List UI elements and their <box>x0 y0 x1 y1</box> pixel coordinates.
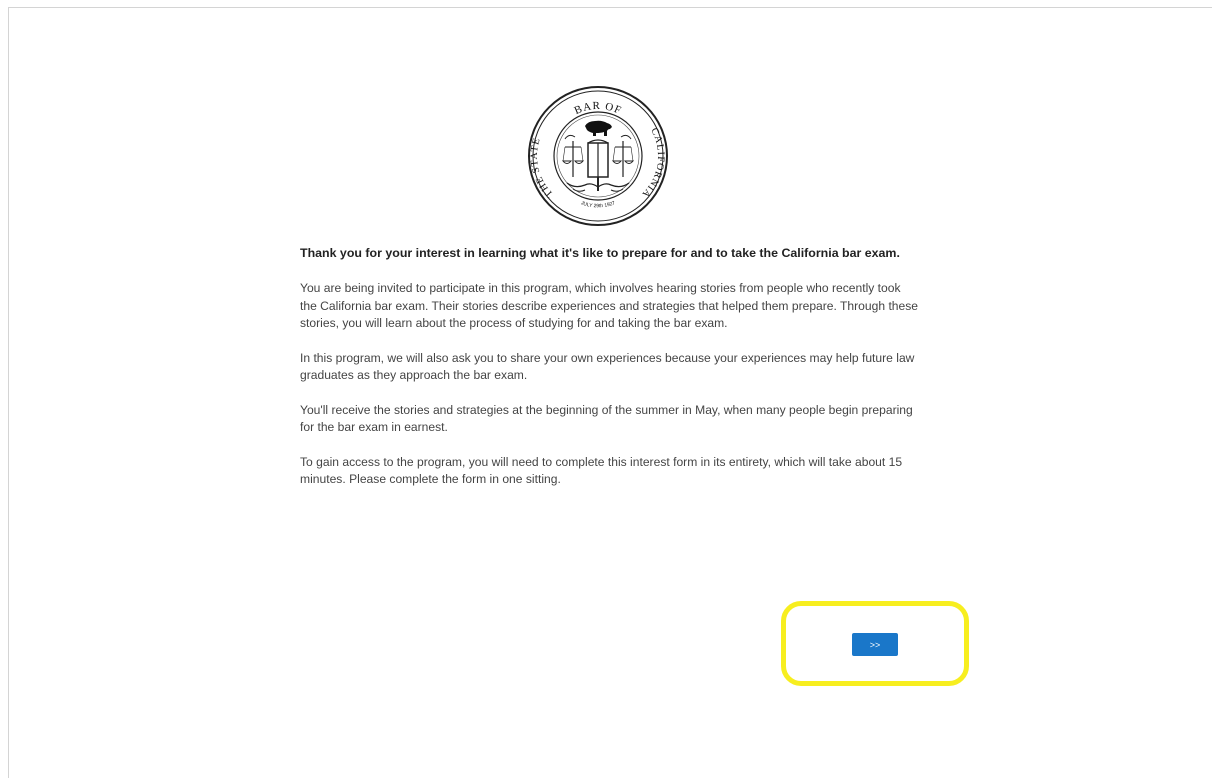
intro-paragraph: In this program, we will also ask you to… <box>300 350 915 383</box>
intro-paragraph: You are being invited to participate in … <box>300 281 919 330</box>
state-bar-seal-logo: BAR OF THE STATE CALIFORNIA JULY 29th 19… <box>527 85 669 227</box>
intro-paragraph: To gain access to the program, you will … <box>300 454 903 487</box>
intro-content: Thank you for your interest in learning … <box>300 244 920 506</box>
frame-top-border <box>8 7 1212 8</box>
intro-paragraph: You'll receive the stories and strategie… <box>300 402 913 435</box>
next-button[interactable]: >> <box>852 633 898 656</box>
frame-left-border <box>8 7 9 778</box>
seal-graphic: BAR OF THE STATE CALIFORNIA JULY 29th 19… <box>528 86 668 226</box>
intro-title: Thank you for your interest in learning … <box>300 246 900 260</box>
